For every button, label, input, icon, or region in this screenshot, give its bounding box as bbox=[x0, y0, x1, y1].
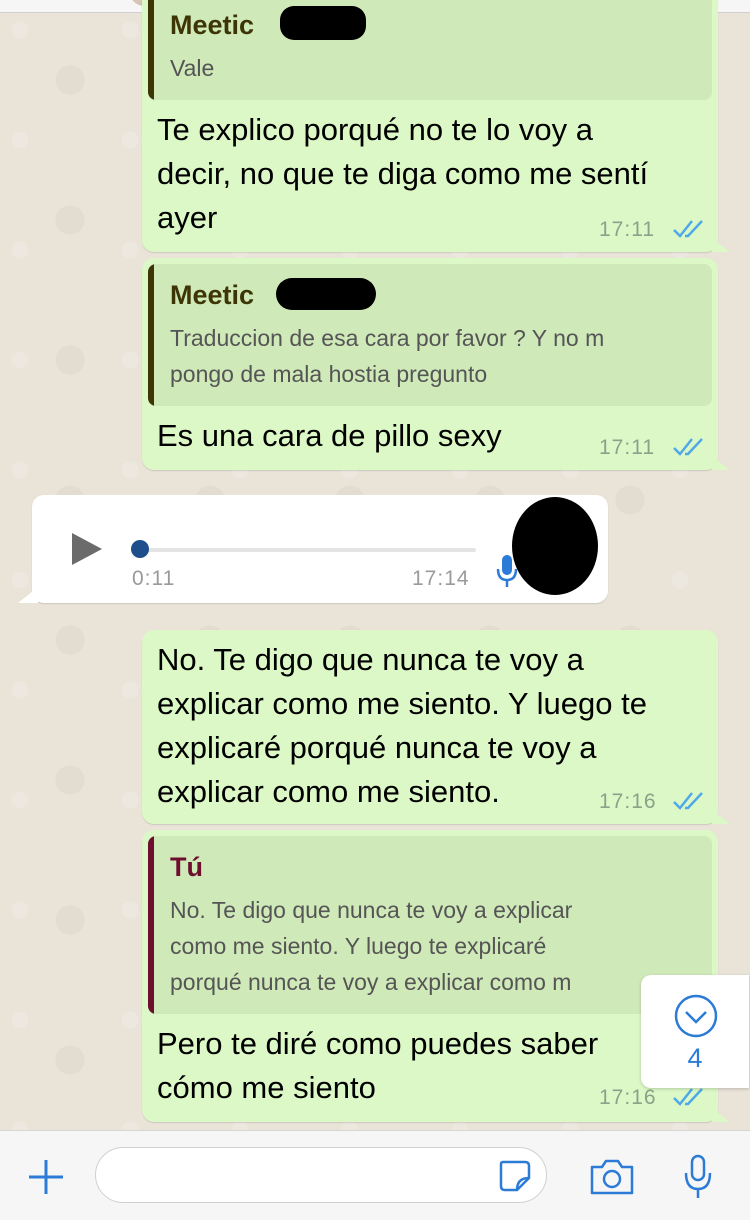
message-time: 17:14 bbox=[412, 567, 470, 590]
message-time: 17:16 bbox=[599, 790, 657, 813]
voice-duration: 0:11 bbox=[132, 567, 176, 590]
read-ticks-icon bbox=[673, 220, 703, 238]
reply-quote[interactable]: Meetic Traduccion de esa cara por favor … bbox=[148, 264, 712, 406]
unread-count-badge: 4 bbox=[687, 1043, 703, 1073]
message-text: Es una cara de pillo sexy bbox=[157, 418, 502, 453]
redacted-name bbox=[276, 278, 376, 310]
quote-text: Traduccion de esa cara por favor ? Y no … bbox=[170, 325, 605, 387]
quote-author: Meetic bbox=[170, 10, 255, 40]
message-bubble[interactable]: Meetic Traduccion de esa cara por favor … bbox=[142, 258, 730, 470]
quote-author: Tú bbox=[170, 852, 203, 882]
quote-bar bbox=[148, 264, 154, 406]
quote-bar bbox=[148, 0, 154, 100]
camera-icon[interactable] bbox=[588, 1157, 636, 1197]
play-icon[interactable] bbox=[68, 531, 104, 567]
quote-author: Meetic bbox=[170, 280, 255, 310]
plus-icon[interactable] bbox=[26, 1157, 66, 1197]
voice-progress-track[interactable] bbox=[140, 548, 476, 552]
message-bubble[interactable]: No. Te digo que nunca te voy a explicar … bbox=[142, 630, 730, 824]
read-ticks-icon bbox=[673, 792, 703, 810]
redacted-name bbox=[280, 6, 366, 40]
sender-avatar[interactable] bbox=[512, 497, 598, 595]
message-text: No. Te digo que nunca te voy a explicar … bbox=[157, 642, 647, 809]
reply-quote[interactable]: Tú No. Te digo que nunca te voy a explic… bbox=[148, 836, 712, 1014]
voice-progress-knob[interactable] bbox=[131, 540, 149, 558]
message-text: Te explico porqué no te lo voy a decir, … bbox=[157, 112, 649, 235]
message-time: 17:11 bbox=[599, 436, 655, 459]
read-ticks-icon bbox=[673, 438, 703, 456]
message-time: 17:11 bbox=[599, 218, 655, 241]
message-time: 17:16 bbox=[599, 1086, 657, 1109]
microphone-icon[interactable] bbox=[682, 1153, 714, 1201]
quote-text: Vale bbox=[170, 55, 215, 81]
read-ticks-icon bbox=[673, 1088, 703, 1106]
scroll-to-bottom-button[interactable]: 4 bbox=[641, 975, 749, 1088]
message-text: Pero te diré como puedes saber cómo me s… bbox=[157, 1026, 599, 1105]
quote-bar bbox=[148, 836, 154, 1014]
sticker-icon[interactable] bbox=[497, 1158, 533, 1194]
chat-background: Meetic Vale Te explico porqué no te lo v… bbox=[0, 0, 750, 1130]
input-bar bbox=[0, 1130, 750, 1220]
message-input[interactable] bbox=[95, 1147, 547, 1203]
voice-note-bubble[interactable]: 0:11 17:14 bbox=[18, 495, 608, 603]
reply-quote[interactable]: Meetic Vale bbox=[148, 0, 712, 100]
message-bubble[interactable]: Tú No. Te digo que nunca te voy a explic… bbox=[142, 830, 730, 1122]
quote-text: No. Te digo que nunca te voy a explicar … bbox=[170, 897, 573, 995]
chevron-down-icon bbox=[674, 994, 718, 1038]
message-bubble[interactable]: Meetic Vale Te explico porqué no te lo v… bbox=[142, 0, 730, 252]
